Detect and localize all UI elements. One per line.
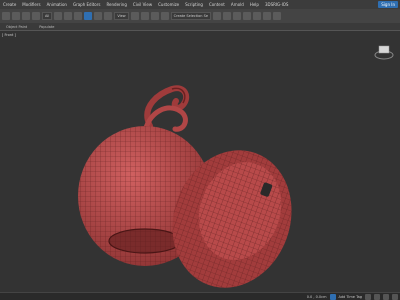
unlink-icon[interactable] — [32, 12, 40, 20]
layer-icon[interactable] — [233, 12, 242, 20]
render-icon[interactable] — [273, 12, 282, 20]
viewport-front[interactable]: [ Front ] — [0, 30, 400, 292]
next-frame-icon[interactable] — [374, 293, 380, 300]
snap-icon[interactable] — [140, 12, 149, 20]
angle-snap-icon[interactable] — [150, 12, 159, 20]
mirror-icon[interactable] — [213, 12, 222, 20]
menu-scripting[interactable]: Scripting — [182, 2, 206, 7]
percent-snap-icon[interactable] — [160, 12, 169, 20]
render-setup-icon[interactable] — [263, 12, 272, 20]
tab-object-paint[interactable]: Object Paint — [0, 25, 33, 29]
redo-icon[interactable] — [12, 12, 20, 20]
selection-filter-dropdown[interactable]: All — [42, 12, 53, 20]
link-icon[interactable] — [22, 12, 30, 20]
menu-help[interactable]: Help — [247, 2, 262, 7]
pan-icon[interactable] — [392, 293, 398, 300]
viewport-canvas — [78, 45, 394, 288]
select-by-name-icon[interactable] — [64, 12, 73, 20]
menu-bar: Create Modifiers Animation Graph Editors… — [0, 0, 400, 9]
rect-selection-icon[interactable] — [74, 12, 83, 20]
named-selection-dropdown[interactable]: Create Selection Se — [170, 12, 212, 20]
select-object-icon[interactable] — [54, 12, 63, 20]
zoom-icon[interactable] — [383, 293, 389, 300]
scale-icon[interactable] — [104, 12, 113, 20]
lamp-stem — [142, 85, 190, 134]
menu-create[interactable]: Create — [0, 2, 19, 7]
play-icon[interactable] — [365, 293, 371, 300]
pivot-icon[interactable] — [130, 12, 139, 20]
view-cube-icon — [374, 45, 394, 60]
main-toolbar: All View Create Selection Se — [0, 9, 400, 23]
align-icon[interactable] — [223, 12, 232, 20]
coordinate-readout: 0.0 , 0.0cm — [306, 294, 327, 299]
menu-graph-editors[interactable]: Graph Editors — [70, 2, 103, 7]
menu-customize[interactable]: Customize — [155, 2, 182, 7]
menu-rig[interactable]: 3DSRIG-IOS — [262, 2, 292, 7]
menu-animation[interactable]: Animation — [44, 2, 70, 7]
sign-in-button[interactable]: Sign In — [378, 1, 398, 8]
move-icon[interactable] — [84, 12, 93, 20]
status-bar: 0.0 , 0.0cm Add Time Tag — [0, 292, 400, 300]
tab-populate[interactable]: Populate — [33, 25, 60, 29]
menu-civil-view[interactable]: Civil View — [130, 2, 155, 7]
undo-icon[interactable] — [2, 12, 10, 20]
menu-content[interactable]: Content — [206, 2, 228, 7]
add-time-tag-button[interactable]: Add Time Tag — [339, 295, 363, 299]
rotate-icon[interactable] — [94, 12, 103, 20]
ribbon-bar: Object Paint Populate — [0, 23, 400, 30]
material-editor-icon[interactable] — [253, 12, 262, 20]
menu-modifiers[interactable]: Modifiers — [19, 2, 43, 7]
reference-coord-dropdown[interactable]: View — [114, 12, 129, 20]
menu-arnold[interactable]: Arnold — [228, 2, 247, 7]
curve-editor-icon[interactable] — [243, 12, 252, 20]
auto-key-icon[interactable] — [329, 293, 336, 300]
menu-rendering[interactable]: Rendering — [103, 2, 129, 7]
